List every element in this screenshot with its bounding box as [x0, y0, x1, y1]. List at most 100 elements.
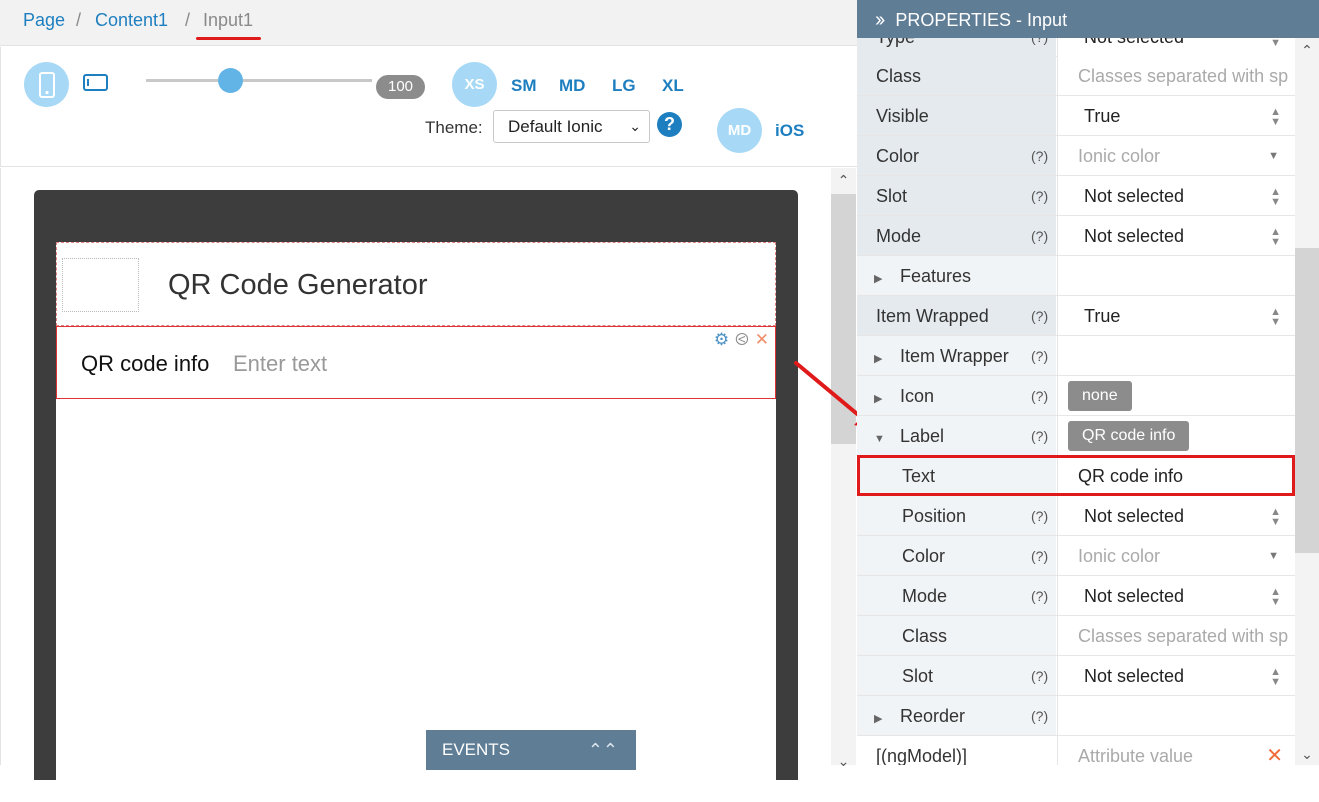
close-icon[interactable]: ✕	[755, 331, 769, 349]
input-placeholder[interactable]: Enter text	[233, 351, 327, 377]
spinner-icon[interactable]: ▲▼	[1270, 656, 1281, 688]
property-value[interactable]: Not selected ▲▼	[1057, 216, 1295, 255]
help-mark[interactable]: (?)	[1031, 696, 1048, 736]
caret-down-icon[interactable]: ▼	[874, 419, 890, 459]
class-input[interactable]: Classes separated with sp	[1057, 56, 1295, 95]
property-name: ▶ Item Wrapper	[857, 336, 1056, 375]
portrait-device-button[interactable]	[24, 62, 69, 107]
property-value[interactable]: Not selected ▲▼	[1057, 176, 1295, 215]
property-row-features[interactable]: ▶ Features	[857, 256, 1295, 296]
caret-right-icon[interactable]: ▶	[874, 699, 890, 739]
help-mark[interactable]: (?)	[1031, 376, 1048, 416]
double-chevron-right-icon[interactable]: ››	[875, 9, 885, 31]
input-component[interactable]: QR code info Enter text ⚙ ⧀ ✕	[56, 326, 776, 399]
help-icon[interactable]: ?	[657, 112, 682, 137]
property-name: Color	[857, 136, 1056, 175]
properties-scrollbar-thumb[interactable]	[1295, 248, 1319, 553]
double-chevron-up-icon[interactable]: ⌃⌃	[588, 730, 618, 770]
help-mark[interactable]: (?)	[1031, 496, 1048, 536]
events-tab[interactable]: EVENTS ⌃⌃	[426, 730, 636, 770]
property-value-text: Not selected	[1084, 226, 1185, 246]
component-tools: ⚙ ⧀ ✕	[714, 331, 769, 349]
property-value[interactable]: True ▲ ▼	[1057, 96, 1295, 135]
size-xs-button[interactable]: XS	[452, 62, 497, 107]
property-name: ▶ Reorder	[857, 696, 1056, 735]
theme-select[interactable]: Default Ionic ⌄	[493, 110, 650, 143]
class-input[interactable]: Classes separated with sp	[1057, 616, 1295, 655]
help-mark[interactable]: (?)	[1031, 176, 1048, 216]
property-row-visible: Visible True ▲ ▼	[857, 96, 1295, 136]
properties-scrollbar[interactable]: ⌃ ⌄	[1295, 38, 1319, 765]
help-mark[interactable]: (?)	[1031, 656, 1048, 696]
tablet-landscape-icon	[83, 74, 108, 91]
help-mark[interactable]: (?)	[1031, 576, 1048, 616]
property-row-mode: Mode (?) Not selected ▲ ▼	[857, 216, 1295, 256]
zoom-slider-handle[interactable]	[218, 68, 243, 93]
property-value[interactable]: Not selected ▲▼	[1057, 38, 1295, 56]
property-value[interactable]: Not selected ▲▼	[1057, 496, 1295, 535]
header-placeholder-slot	[62, 258, 139, 312]
chevron-up-icon[interactable]: ⌃	[1295, 42, 1319, 59]
property-row-label[interactable]: ▼ Label (?) QR code info	[857, 416, 1295, 456]
label-value-badge[interactable]: QR code info	[1068, 421, 1190, 451]
spinner-icon[interactable]: ▲▼	[1270, 496, 1281, 528]
property-row-icon[interactable]: ▶ Icon (?) none	[857, 376, 1295, 416]
spinner-icon[interactable]: ▲▼	[1270, 576, 1281, 608]
canvas-scrollbar[interactable]: ⌃ ⌄	[831, 168, 856, 769]
size-md-button[interactable]: MD	[559, 76, 585, 96]
property-value[interactable]: Not selected ▲▼	[1057, 576, 1295, 615]
property-value	[1057, 336, 1295, 375]
gear-icon[interactable]: ⚙	[714, 331, 729, 349]
chevron-down-icon[interactable]: ⌄	[831, 753, 856, 770]
breadcrumb-page-link[interactable]: Page	[23, 10, 65, 31]
dropdown-caret-icon[interactable]: ▼	[1268, 136, 1279, 175]
properties-list: Type (?) Not selected ▲▼ Class Classes se…	[857, 38, 1295, 765]
help-mark[interactable]: (?)	[1031, 136, 1048, 176]
property-name-text: Features	[900, 266, 972, 286]
help-mark[interactable]: (?)	[1031, 38, 1048, 57]
property-name: ▶ Features	[857, 256, 1056, 295]
hide-icon[interactable]: ⧀	[735, 331, 749, 349]
chevron-up-icon[interactable]: ⌃	[831, 172, 856, 189]
device-frame: QR Code Generator QR code info Enter tex…	[34, 190, 798, 802]
caret-right-icon[interactable]: ▶	[874, 379, 890, 419]
zoom-slider-track[interactable]	[146, 79, 372, 82]
help-mark[interactable]: (?)	[1031, 216, 1048, 256]
property-value-text: Not selected	[1084, 38, 1184, 47]
header-component[interactable]: QR Code Generator	[56, 242, 776, 326]
property-row-item-wrapper[interactable]: ▶ Item Wrapper (?)	[857, 336, 1295, 376]
icon-value-badge[interactable]: none	[1068, 381, 1132, 411]
spinner-icon[interactable]: ▲▼	[1270, 296, 1281, 328]
help-mark[interactable]: (?)	[1031, 536, 1048, 576]
chevron-down-icon[interactable]: ⌄	[1295, 746, 1319, 763]
property-value[interactable]: True ▲ ▼	[1057, 296, 1295, 335]
spinner-icon[interactable]: ▲▼	[1270, 38, 1281, 49]
size-xl-button[interactable]: XL	[662, 76, 684, 96]
caret-right-icon[interactable]: ▶	[874, 339, 890, 379]
help-mark[interactable]: (?)	[1031, 416, 1048, 456]
color-select[interactable]: Ionic color ▼	[1057, 136, 1295, 175]
ngmodel-input[interactable]: Attribute value ✕	[1057, 736, 1295, 765]
size-lg-button[interactable]: LG	[612, 76, 636, 96]
spinner-icon[interactable]: ▲▼	[1270, 176, 1281, 208]
property-row-class: Class Classes separated with sp	[857, 56, 1295, 96]
property-row-reorder[interactable]: ▶ Reorder (?)	[857, 696, 1295, 736]
help-mark[interactable]: (?)	[1031, 336, 1048, 376]
landscape-device-button[interactable]	[83, 74, 108, 96]
mode-md-button[interactable]: MD	[717, 108, 762, 153]
spinner-icon[interactable]: ▲▼	[1270, 216, 1281, 248]
caret-right-icon[interactable]: ▶	[874, 259, 890, 299]
color-select[interactable]: Ionic color ▼	[1057, 536, 1295, 575]
dropdown-caret-icon[interactable]: ▼	[1268, 536, 1279, 575]
phone-icon	[38, 71, 55, 98]
mode-ios-button[interactable]: iOS	[775, 121, 804, 141]
property-row-label-class: Class Classes separated with sp	[857, 616, 1295, 656]
clear-icon[interactable]: ✕	[1266, 736, 1283, 765]
help-mark[interactable]: (?)	[1031, 296, 1048, 336]
annotation-underline	[196, 37, 261, 40]
chevron-down-icon: ⌄	[629, 118, 641, 134]
breadcrumb-content-link[interactable]: Content1	[95, 10, 168, 31]
property-value[interactable]: Not selected ▲▼	[1057, 656, 1295, 695]
size-sm-button[interactable]: SM	[511, 76, 537, 96]
spinner-icon[interactable]: ▲▼	[1270, 96, 1281, 128]
